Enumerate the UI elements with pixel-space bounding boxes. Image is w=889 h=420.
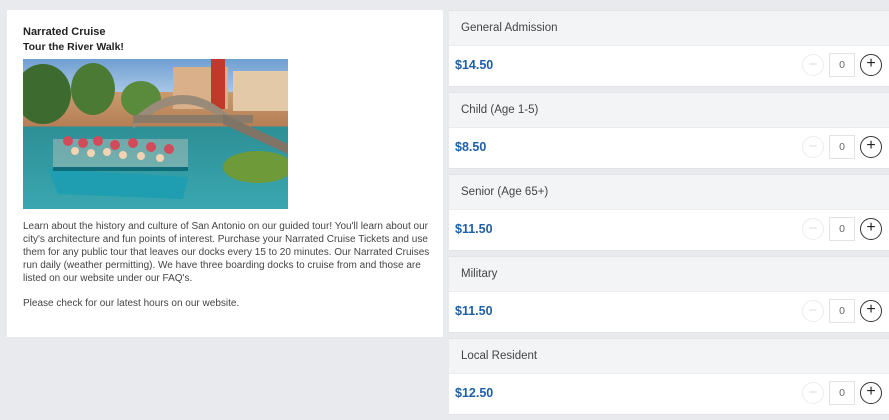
ticket-price: $14.50 xyxy=(455,58,494,72)
ticket-name: Military xyxy=(449,256,889,291)
ticket-price: $11.50 xyxy=(455,304,493,318)
ticket-price: $8.50 xyxy=(455,140,487,154)
product-panel: Narrated Cruise Tour the River Walk! Lea… xyxy=(7,10,443,337)
quantity-field[interactable]: 0 xyxy=(829,135,855,159)
increase-quantity-button[interactable]: + xyxy=(860,136,882,158)
ticket-price: $11.50 xyxy=(455,222,493,236)
ticket-row: $8.50 − 0 + xyxy=(449,127,889,169)
ticket-general-admission: General Admission $14.50 − 0 + xyxy=(449,10,889,87)
ticket-child: Child (Age 1-5) $8.50 − 0 + xyxy=(449,92,889,169)
decrease-quantity-button[interactable]: − xyxy=(802,136,824,158)
ticket-name: Senior (Age 65+) xyxy=(449,174,889,209)
ticket-senior: Senior (Age 65+) $11.50 − 0 + xyxy=(449,174,889,251)
ticket-row: $11.50 − 0 + xyxy=(449,209,889,251)
quantity-field[interactable]: 0 xyxy=(829,381,855,405)
increase-quantity-button[interactable]: + xyxy=(860,382,882,404)
ticket-row: $11.50 − 0 + xyxy=(449,291,889,333)
product-photo xyxy=(23,59,288,209)
ticket-row: $12.50 − 0 + xyxy=(449,373,889,415)
ticket-name: Local Resident xyxy=(449,338,889,373)
ticket-price: $12.50 xyxy=(455,386,494,400)
ticket-local-resident: Local Resident $12.50 − 0 + xyxy=(449,338,889,415)
decrease-quantity-button[interactable]: − xyxy=(802,300,824,322)
product-title: Narrated Cruise xyxy=(23,26,106,38)
hours-note: Please check for our latest hours on our… xyxy=(23,298,240,309)
river-cruise-image xyxy=(23,59,288,199)
quantity-field[interactable]: 0 xyxy=(829,53,855,77)
quantity-field[interactable]: 0 xyxy=(829,217,855,241)
decrease-quantity-button[interactable]: − xyxy=(802,54,824,76)
product-description: Learn about the history and culture of S… xyxy=(23,221,430,284)
quantity-field[interactable]: 0 xyxy=(829,299,855,323)
ticket-name: General Admission xyxy=(449,10,889,45)
ticket-list: General Admission $14.50 − 0 + Child (Ag… xyxy=(449,10,889,420)
increase-quantity-button[interactable]: + xyxy=(860,218,882,240)
product-subtitle: Tour the River Walk! xyxy=(23,41,124,53)
decrease-quantity-button[interactable]: − xyxy=(802,218,824,240)
ticket-name: Child (Age 1-5) xyxy=(449,92,889,127)
increase-quantity-button[interactable]: + xyxy=(860,300,882,322)
increase-quantity-button[interactable]: + xyxy=(860,54,882,76)
ticket-military: Military $11.50 − 0 + xyxy=(449,256,889,333)
decrease-quantity-button[interactable]: − xyxy=(802,382,824,404)
ticket-row: $14.50 − 0 + xyxy=(449,45,889,87)
